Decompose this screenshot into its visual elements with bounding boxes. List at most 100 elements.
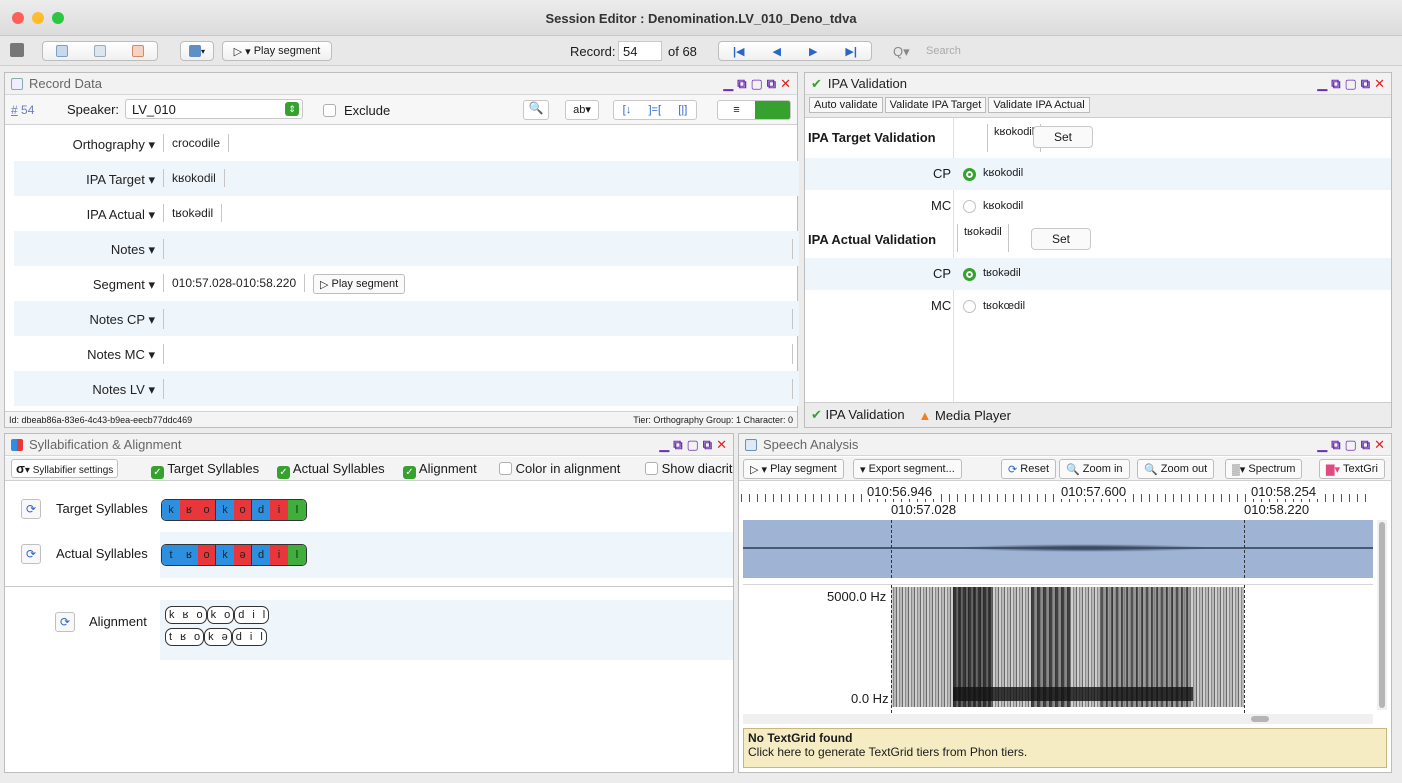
refresh-target-icon[interactable]: ⟳	[21, 499, 41, 519]
actual-syllables-option[interactable]: ✓ Actual Syllables	[277, 461, 385, 479]
phone[interactable]: i	[270, 500, 288, 520]
auto-validate-tab[interactable]: Auto validate	[809, 97, 883, 113]
textgrid-button[interactable]: ▇▾ TextGri	[1319, 459, 1385, 479]
detach-panel-icon[interactable]: ⧉	[1331, 437, 1340, 453]
delete-record-icon[interactable]	[132, 45, 144, 57]
font-settings-icon[interactable]: 🔍	[523, 100, 549, 120]
list-layout-icon[interactable]: ≡	[718, 101, 755, 119]
target-cp-radio[interactable]	[963, 168, 976, 181]
alignment-syllable[interactable]: kə	[204, 628, 232, 646]
tier-label-notes[interactable]: Notes ▾	[25, 242, 155, 258]
refresh-alignment-icon[interactable]: ⟳	[55, 612, 75, 632]
alignment-syllable[interactable]: dil	[231, 628, 267, 646]
ipa-actual-field[interactable]: tʁokədil	[163, 204, 223, 222]
target-syllables-option[interactable]: ✓ Target Syllables	[151, 461, 259, 479]
target-mc-radio[interactable]	[963, 200, 976, 213]
detach-panel-icon[interactable]: ⧉	[673, 437, 682, 453]
first-record-icon[interactable]: |◀	[733, 45, 745, 58]
phone[interactable]: l	[288, 545, 306, 565]
alignment-syllable[interactable]: dil	[234, 606, 270, 624]
minimize-panel-icon[interactable]: ▁	[1317, 437, 1327, 453]
color-in-alignment-checkbox[interactable]	[499, 462, 512, 475]
grid-layout-icon[interactable]	[755, 101, 790, 119]
phone[interactable]: t	[162, 545, 180, 565]
tier-label-segment[interactable]: Segment ▾	[25, 277, 155, 293]
vertical-scrollbar[interactable]	[1377, 520, 1387, 710]
spectrogram[interactable]: 5000.0 Hz 0.0 Hz	[743, 584, 1373, 713]
actual-syllable-group[interactable]: t ʁ o k ə d i l	[161, 544, 307, 566]
minimize-panel-icon[interactable]: ▁	[723, 76, 733, 92]
notes-mc-field[interactable]	[163, 344, 793, 364]
validate-actual-tab[interactable]: Validate IPA Actual	[988, 97, 1090, 113]
alignment-syllable[interactable]: tʁo	[165, 628, 205, 646]
show-diacritics-option[interactable]: Show diacrit	[645, 461, 732, 476]
speaker-select[interactable]: LV_010 ⇕	[125, 99, 303, 119]
tier-label-notes-mc[interactable]: Notes MC ▾	[25, 347, 155, 363]
play-segment-button[interactable]: ▷ ▾ Play segment	[222, 41, 332, 61]
phone[interactable]: o	[198, 545, 216, 565]
phone[interactable]: l	[288, 500, 306, 520]
tier-view-icon[interactable]: ab▾	[565, 100, 599, 120]
segment-end-marker[interactable]	[1244, 585, 1245, 713]
alignment-option[interactable]: ✓ Alignment	[403, 461, 477, 479]
close-panel-icon[interactable]: ✕	[1374, 76, 1385, 92]
tier-label-notes-cp[interactable]: Notes CP ▾	[25, 312, 155, 328]
phone[interactable]: o	[198, 500, 216, 520]
tier-label-ipa-actual[interactable]: IPA Actual ▾	[25, 207, 155, 223]
phone[interactable]: k	[216, 500, 234, 520]
close-panel-icon[interactable]: ✕	[716, 437, 727, 453]
actual-set-button[interactable]: Set	[1031, 228, 1091, 250]
phone[interactable]: d	[252, 500, 270, 520]
next-record-icon[interactable]: ▶	[809, 45, 817, 58]
tier-label-orthography[interactable]: Orthography ▾	[25, 137, 155, 153]
segment-field[interactable]: 010:57.028-010:58.220	[163, 274, 306, 292]
maximize-panel-icon[interactable]: ▢	[1345, 437, 1357, 453]
insert-group-icon[interactable]: [↓	[623, 101, 632, 119]
minimize-panel-icon[interactable]: ▁	[1317, 76, 1327, 92]
detach-panel-icon[interactable]: ⧉	[1331, 76, 1340, 92]
color-in-alignment-option[interactable]: Color in alignment	[499, 461, 620, 476]
notes-lv-field[interactable]	[163, 379, 793, 399]
previous-record-icon[interactable]: ◀	[773, 45, 781, 58]
float-panel-icon[interactable]: ⧉	[767, 76, 776, 92]
phone[interactable]: ʁ	[180, 545, 198, 565]
segment-play-button[interactable]: ▷ Play segment	[313, 274, 406, 294]
float-panel-icon[interactable]: ⧉	[1361, 76, 1370, 92]
textgrid-message[interactable]: No TextGrid found Click here to generate…	[743, 728, 1387, 768]
maximize-panel-icon[interactable]: ▢	[1345, 76, 1357, 92]
ipa-target-field[interactable]: kʁokodil	[163, 169, 225, 187]
ipa-validation-bottom-tab[interactable]: ✔ IPA Validation	[811, 407, 905, 423]
add-record-icon[interactable]	[56, 45, 68, 57]
actual-validation-input[interactable]: tʁokədil	[957, 224, 1009, 252]
zoom-in-button[interactable]: 🔍 Zoom in	[1059, 459, 1130, 479]
segment-start-marker[interactable]	[891, 585, 892, 713]
validate-target-tab[interactable]: Validate IPA Target	[884, 97, 987, 113]
notes-field[interactable]	[163, 239, 793, 259]
layout-toggle[interactable]: ≡	[717, 100, 791, 120]
reset-button[interactable]: ⟳ Reset	[1001, 459, 1057, 479]
horizontal-scrollbar-thumb[interactable]	[1251, 716, 1269, 722]
phone[interactable]: ə	[234, 545, 252, 565]
phone[interactable]: k	[162, 500, 180, 520]
search-input[interactable]: Search	[926, 45, 961, 57]
speech-play-segment-button[interactable]: ▷ ▾ Play segment	[743, 459, 844, 479]
search-icon[interactable]: Q▾	[893, 44, 910, 60]
last-record-icon[interactable]: ▶|	[845, 45, 857, 58]
syllabifier-settings-button[interactable]: σ▾ Syllabifier settings	[11, 459, 119, 478]
detach-panel-icon[interactable]: ⧉	[737, 76, 746, 92]
alignment-checkbox[interactable]: ✓	[403, 466, 416, 479]
phone[interactable]: ʁ	[180, 500, 198, 520]
split-group-icon[interactable]: [|]	[678, 101, 687, 119]
float-panel-icon[interactable]: ⧉	[1361, 437, 1370, 453]
duplicate-record-icon[interactable]	[94, 45, 106, 57]
record-number-input[interactable]: 54	[618, 41, 662, 61]
notes-cp-field[interactable]	[163, 309, 793, 329]
close-panel-icon[interactable]: ✕	[780, 76, 791, 92]
phone[interactable]: d	[252, 545, 270, 565]
phone[interactable]: i	[270, 545, 288, 565]
orthography-field[interactable]: crocodile	[163, 134, 230, 152]
segment-start-marker[interactable]	[891, 520, 892, 578]
actual-syllables-checkbox[interactable]: ✓	[277, 466, 290, 479]
phone[interactable]: o	[234, 500, 252, 520]
float-panel-icon[interactable]: ⧉	[703, 437, 712, 453]
